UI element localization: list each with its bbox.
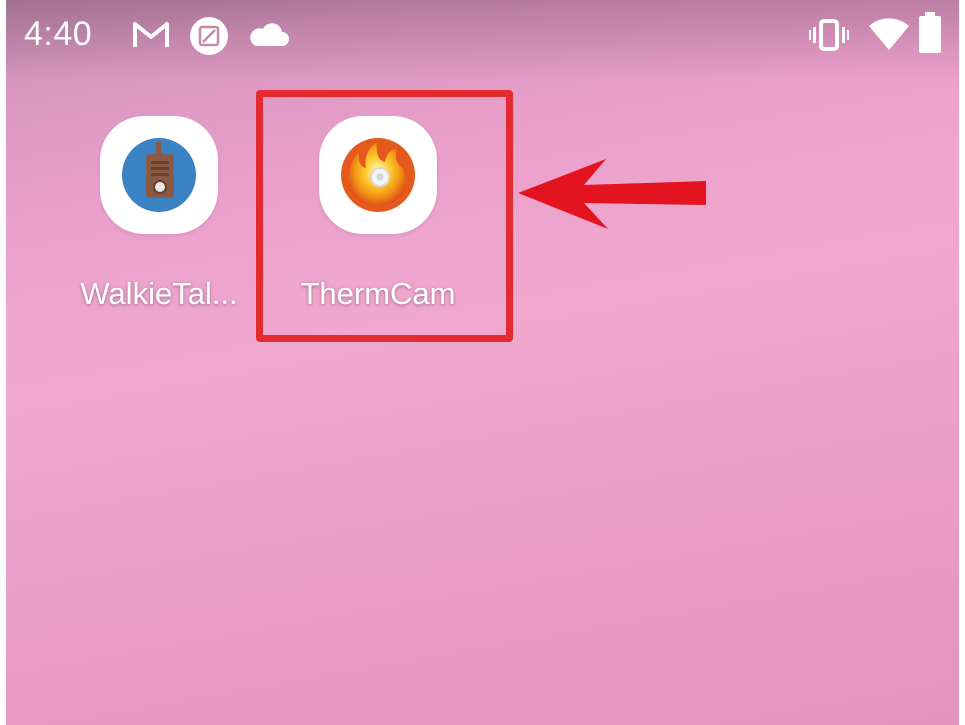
status-time: 4:40: [24, 15, 93, 53]
app-label-walkietalkie: WalkieTal...: [80, 276, 238, 311]
status-bar: 4:40: [6, 0, 959, 80]
highlight-box: [256, 90, 513, 342]
home-screen: 4:40 WalkieTal... ThermCam: [6, 0, 959, 725]
cloud-icon: [246, 22, 290, 53]
wifi-icon: [868, 16, 910, 57]
calendar-icon: [189, 16, 229, 61]
vibrate-icon: [809, 18, 849, 57]
arrow-left-icon: [514, 155, 714, 240]
gmail-icon: [132, 20, 170, 55]
app-walkietalkie[interactable]: WalkieTal...: [64, 116, 254, 312]
battery-icon: [918, 12, 942, 59]
walkie-talkie-icon: [100, 116, 218, 234]
